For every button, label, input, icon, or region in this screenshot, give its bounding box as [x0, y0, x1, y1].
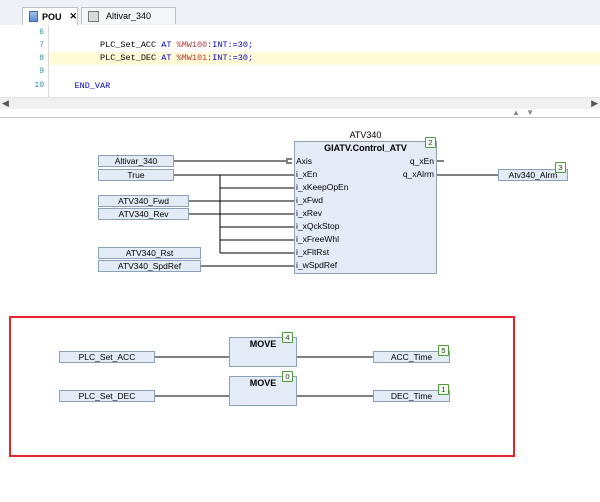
- input-variable[interactable]: ATV340_Fwd: [98, 195, 189, 207]
- input-variable[interactable]: ATV340_Rst: [98, 247, 201, 259]
- execution-order-badge: 3: [555, 162, 566, 173]
- fb-type-name: GIATV.Control_ATV: [324, 143, 407, 153]
- input-variable[interactable]: ATV340_Rev: [98, 208, 189, 220]
- input-variable[interactable]: ATV340_SpdRef: [98, 260, 201, 272]
- fb-output-pin: q_xAlrm: [402, 169, 434, 179]
- fb-input-pin: i_xFwd: [296, 195, 323, 205]
- fb-input-pin: i_xEn: [296, 169, 318, 179]
- execution-order-badge: 2: [425, 137, 436, 148]
- fb-input-pin: i_xKeepOpEn: [296, 182, 349, 192]
- fb-instance-name[interactable]: ATV340: [294, 130, 437, 140]
- highlight-rectangle: [9, 316, 515, 457]
- fb-input-pin: i_xQckStop: [296, 221, 340, 231]
- fb-input-pin: i_wSpdRef: [296, 260, 338, 270]
- fb-input-pin: i_xRev: [296, 208, 322, 218]
- fb-output-pin: q_xEn: [409, 156, 434, 166]
- input-variable[interactable]: Altivar_340: [98, 155, 174, 167]
- fb-input-pin: i_xFreeWhl: [296, 234, 339, 244]
- input-variable[interactable]: True: [98, 169, 174, 181]
- fb-input-pin: i_xFltRst: [296, 247, 330, 257]
- fb-input-pin: Axis: [296, 156, 313, 166]
